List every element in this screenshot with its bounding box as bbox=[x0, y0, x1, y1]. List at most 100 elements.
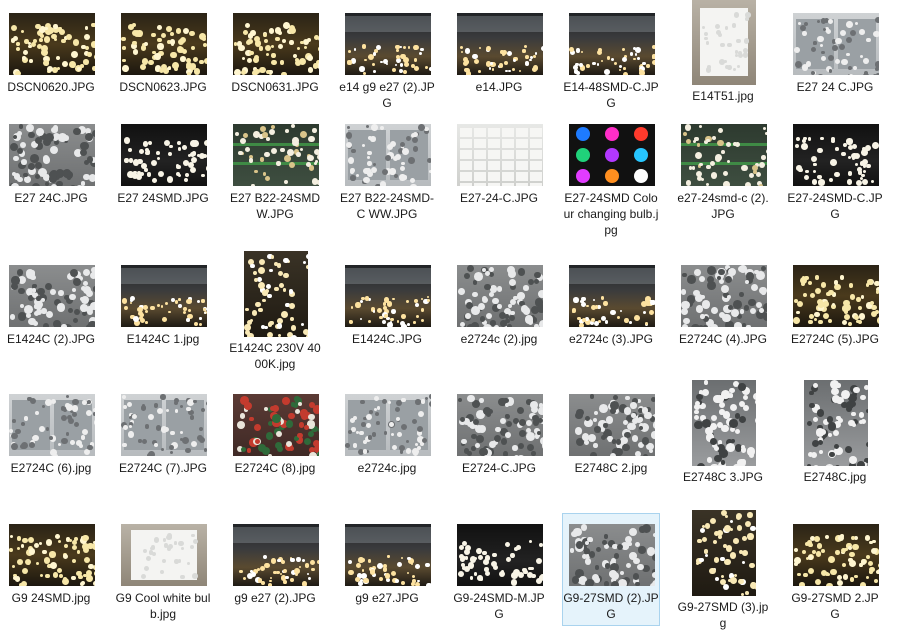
file-item[interactable]: G9 24SMD.jpg bbox=[2, 513, 100, 626]
file-item[interactable]: E2724C (5).JPG bbox=[786, 254, 884, 381]
file-item[interactable]: e2724c.jpg bbox=[338, 383, 436, 511]
file-item[interactable]: E2748C.jpg bbox=[786, 380, 884, 511]
file-item[interactable]: e2724c (3).JPG bbox=[562, 254, 660, 381]
file-item[interactable]: G9-27SMD (3).jpg bbox=[674, 510, 772, 630]
file-thumbnail[interactable] bbox=[793, 265, 879, 327]
file-thumbnail[interactable] bbox=[457, 394, 543, 456]
file-thumbnail[interactable] bbox=[233, 124, 319, 186]
file-thumbnail[interactable] bbox=[457, 124, 543, 186]
file-thumbnail[interactable] bbox=[457, 13, 543, 75]
file-item[interactable]: e2724c (2).jpg bbox=[450, 254, 548, 381]
thumbnail-bulb bbox=[813, 464, 819, 466]
file-thumbnail[interactable] bbox=[345, 524, 431, 586]
file-item[interactable]: E27 24 C.JPG bbox=[786, 2, 884, 111]
file-item[interactable]: E2748C 2.jpg bbox=[562, 383, 660, 511]
thumbnail-bulb bbox=[848, 321, 852, 326]
thumbnail-bulb bbox=[361, 569, 365, 573]
thumbnail-bulb bbox=[706, 182, 710, 186]
file-item[interactable]: e27-24smd-c (2).JPG bbox=[674, 113, 772, 252]
file-thumbnail[interactable] bbox=[793, 524, 879, 586]
file-thumbnail[interactable] bbox=[804, 380, 868, 466]
file-thumbnail[interactable] bbox=[681, 124, 767, 186]
file-item[interactable]: G9-27SMD 2.JPG bbox=[786, 513, 884, 626]
file-thumbnail[interactable] bbox=[9, 13, 95, 75]
thumbnail-bulb bbox=[178, 298, 181, 301]
file-item[interactable]: DSCN0623.JPG bbox=[114, 2, 212, 111]
file-thumbnail[interactable] bbox=[121, 265, 207, 327]
thumbnail-bulb bbox=[426, 296, 429, 299]
file-item[interactable]: E27 B22-24SMD-C WW.JPG bbox=[338, 113, 436, 252]
thumbnail-bulb bbox=[569, 547, 575, 553]
file-item[interactable]: E27-24SMD Colour changing bulb.jpg bbox=[562, 113, 660, 252]
thumbnail-bulb bbox=[478, 70, 482, 73]
file-thumbnail[interactable] bbox=[345, 265, 431, 327]
file-item[interactable]: E27-24SMD-C.JPG bbox=[786, 113, 884, 252]
file-item[interactable]: E1424C (2).JPG bbox=[2, 254, 100, 381]
file-item[interactable]: g9 e27.JPG bbox=[338, 513, 436, 626]
thumbnail-bulb bbox=[796, 300, 804, 308]
file-item[interactable]: E2724C (6).jpg bbox=[2, 383, 100, 511]
file-thumbnail[interactable] bbox=[9, 524, 95, 586]
file-thumbnail[interactable] bbox=[233, 524, 319, 586]
file-item[interactable]: E27-24-C.JPG bbox=[450, 113, 548, 252]
thumbnail-bulb bbox=[805, 169, 809, 173]
file-item[interactable]: DSCN0620.JPG bbox=[2, 2, 100, 111]
file-thumbnail[interactable] bbox=[9, 394, 95, 456]
file-thumbnail[interactable] bbox=[692, 0, 756, 85]
file-thumbnail[interactable] bbox=[569, 524, 655, 586]
file-item[interactable]: e14 g9 e27 (2).JPG bbox=[338, 2, 436, 111]
file-item[interactable]: G9-27SMD (2).JPG bbox=[562, 513, 660, 626]
file-item[interactable]: E2748C 3.JPG bbox=[674, 380, 772, 511]
thumbnail-bulb bbox=[695, 170, 702, 177]
file-item[interactable]: E27 24C.JPG bbox=[2, 113, 100, 252]
file-thumbnail[interactable] bbox=[457, 265, 543, 327]
file-thumbnail[interactable] bbox=[793, 13, 879, 75]
file-item[interactable]: E2724-C.JPG bbox=[450, 383, 548, 511]
file-thumbnail[interactable] bbox=[569, 124, 655, 186]
thumbnail-bulb bbox=[722, 170, 729, 177]
file-item[interactable]: G9 Cool white bulb.jpg bbox=[114, 513, 212, 626]
file-thumbnail[interactable] bbox=[569, 394, 655, 456]
file-thumbnail[interactable] bbox=[681, 265, 767, 327]
thumbnail-bulb bbox=[849, 551, 855, 558]
file-item[interactable]: E1424C 230V 4000K.jpg bbox=[226, 251, 324, 381]
file-item[interactable]: DSCN0631.JPG bbox=[226, 2, 324, 111]
file-thumbnail[interactable] bbox=[345, 124, 431, 186]
thumbnail-shape bbox=[569, 268, 655, 284]
file-thumbnail[interactable] bbox=[457, 524, 543, 586]
file-thumbnail[interactable] bbox=[692, 510, 756, 596]
file-thumbnail[interactable] bbox=[793, 124, 879, 186]
file-item[interactable]: E14-48SMD-C.JPG bbox=[562, 2, 660, 111]
file-item[interactable]: G9-24SMD-M.JPG bbox=[450, 513, 548, 626]
file-thumbnail[interactable] bbox=[121, 524, 207, 586]
file-thumbnail[interactable] bbox=[244, 251, 308, 337]
file-thumbnail[interactable] bbox=[345, 13, 431, 75]
file-thumbnail[interactable] bbox=[121, 13, 207, 75]
file-item[interactable]: E27 24SMD.JPG bbox=[114, 113, 212, 252]
file-thumbnail[interactable] bbox=[9, 265, 95, 327]
file-item[interactable]: e14.JPG bbox=[450, 2, 548, 111]
file-thumbnail[interactable] bbox=[233, 13, 319, 75]
file-thumbnail[interactable] bbox=[233, 394, 319, 456]
file-item[interactable]: E14T51.jpg bbox=[674, 0, 772, 111]
file-thumbnail[interactable] bbox=[345, 394, 431, 456]
file-thumbnail[interactable] bbox=[692, 380, 756, 466]
thumbnail-bulb bbox=[391, 570, 397, 576]
file-item[interactable]: E1424C 1.jpg bbox=[114, 254, 212, 381]
thumbnail-bulb bbox=[830, 568, 837, 576]
file-item[interactable]: E27 B22-24SMD W.JPG bbox=[226, 113, 324, 252]
file-item[interactable]: E2724C (8).jpg bbox=[226, 383, 324, 511]
file-item[interactable]: E2724C (4).JPG bbox=[674, 254, 772, 381]
thumbnail-bulb bbox=[34, 310, 40, 317]
file-thumbnail[interactable] bbox=[569, 265, 655, 327]
thumbnail-bulb bbox=[600, 435, 606, 440]
thumbnail-bulb bbox=[170, 450, 174, 454]
file-thumbnail[interactable] bbox=[9, 124, 95, 186]
file-item[interactable]: g9 e27 (2).JPG bbox=[226, 513, 324, 626]
file-item[interactable]: E1424C.JPG bbox=[338, 254, 436, 381]
thumbnail-bulb bbox=[295, 573, 299, 577]
file-thumbnail[interactable] bbox=[121, 124, 207, 186]
file-item[interactable]: E2724C (7).JPG bbox=[114, 383, 212, 511]
file-thumbnail[interactable] bbox=[569, 13, 655, 75]
file-thumbnail[interactable] bbox=[121, 394, 207, 456]
